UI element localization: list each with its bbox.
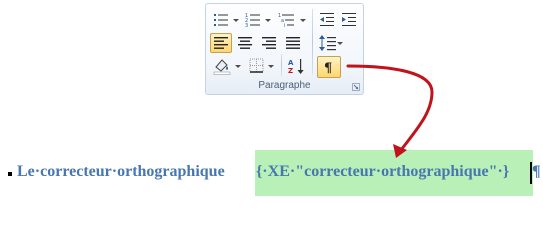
annotation-arrow [346, 64, 434, 158]
